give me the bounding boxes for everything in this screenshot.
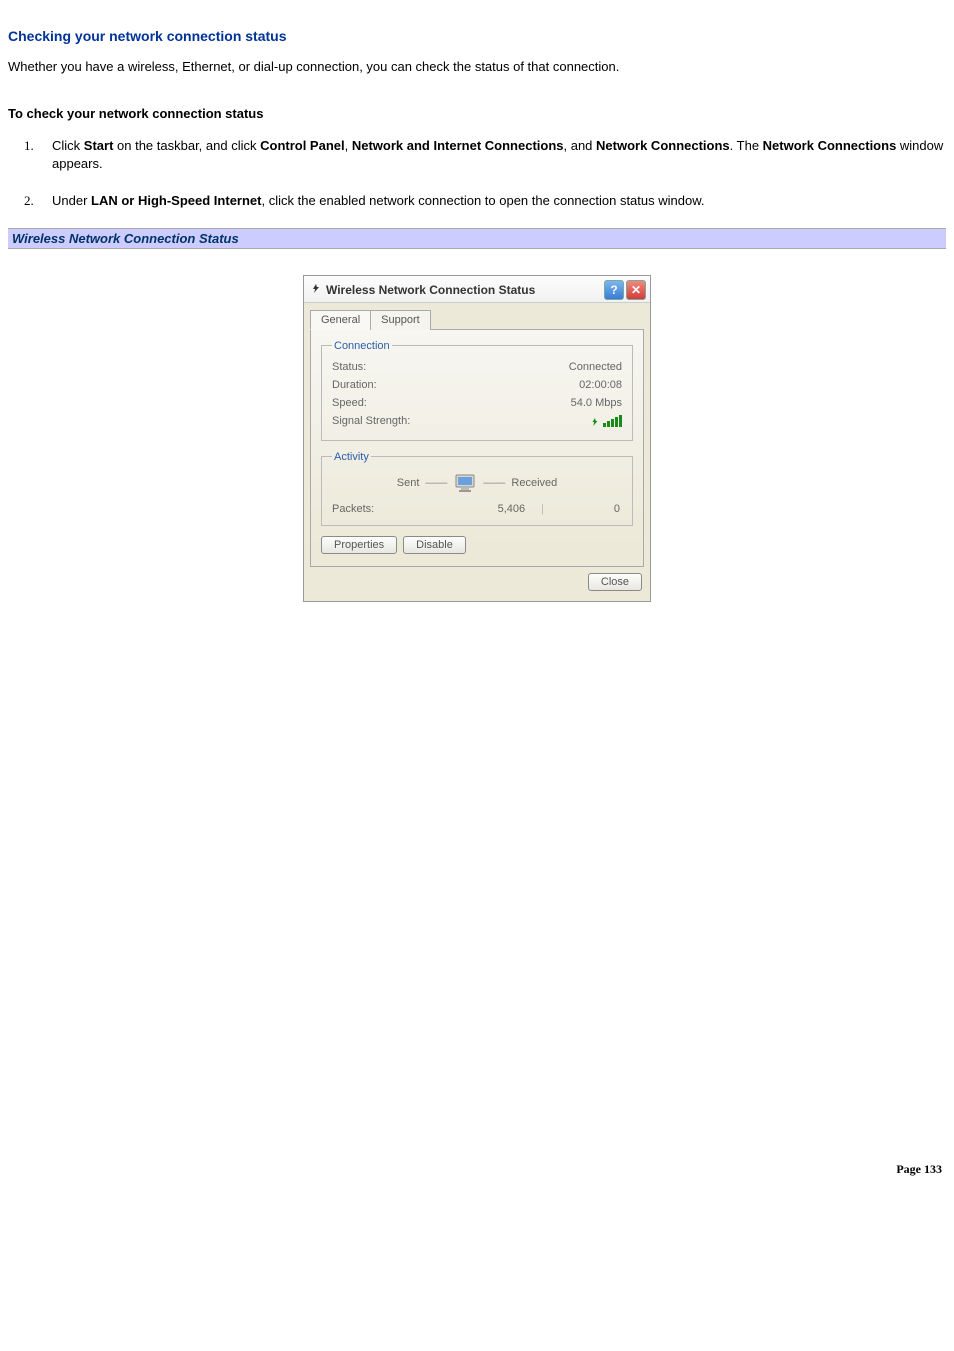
- step-text: Click Start on the taskbar, and click Co…: [52, 138, 943, 171]
- tabs-container: General Support: [304, 303, 650, 330]
- speed-value: 54.0 Mbps: [571, 397, 622, 409]
- step-1: 1. Click Start on the taskbar, and click…: [8, 137, 946, 173]
- disable-button[interactable]: Disable: [403, 536, 466, 554]
- status-value: Connected: [569, 361, 622, 373]
- activity-group: Activity Sent —— —— Received: [321, 451, 633, 526]
- page-heading: Checking your network connection status: [8, 28, 946, 44]
- step-2: 2. Under LAN or High-Speed Internet, cli…: [8, 192, 946, 210]
- tab-general[interactable]: General: [310, 310, 371, 330]
- steps-list: 1. Click Start on the taskbar, and click…: [8, 137, 946, 210]
- dialog-titlebar: Wireless Network Connection Status ? ✕: [304, 276, 650, 303]
- received-label: Received: [511, 477, 557, 489]
- duration-value: 02:00:08: [579, 379, 622, 391]
- computer-icon: [453, 473, 477, 493]
- steps-heading: To check your network connection status: [8, 106, 946, 121]
- signal-label: Signal Strength:: [332, 415, 410, 427]
- activity-legend: Activity: [332, 451, 371, 463]
- signal-strength-icon: [590, 415, 622, 427]
- screenshot-caption: Wireless Network Connection Status: [8, 228, 946, 249]
- step-number: 1.: [24, 137, 34, 155]
- duration-label: Duration:: [332, 379, 377, 391]
- packets-sent-value: 5,406: [455, 503, 535, 515]
- dialog-container: Wireless Network Connection Status ? ✕ G…: [8, 275, 946, 602]
- close-icon[interactable]: ✕: [626, 280, 646, 300]
- properties-button[interactable]: Properties: [321, 536, 397, 554]
- intro-text: Whether you have a wireless, Ethernet, o…: [8, 58, 946, 76]
- status-label: Status:: [332, 361, 366, 373]
- dialog-title: Wireless Network Connection Status: [326, 283, 602, 297]
- tab-panel-general: Connection Status: Connected Duration: 0…: [310, 330, 644, 567]
- packets-label: Packets:: [332, 503, 455, 515]
- page-footer: Page 133: [8, 1162, 946, 1177]
- connection-legend: Connection: [332, 340, 392, 352]
- tab-support[interactable]: Support: [370, 310, 431, 330]
- sent-label: Sent: [397, 477, 420, 489]
- speed-label: Speed:: [332, 397, 367, 409]
- wifi-icon: [310, 282, 322, 297]
- connection-group: Connection Status: Connected Duration: 0…: [321, 340, 633, 441]
- packets-received-value: 0: [550, 503, 622, 515]
- help-button[interactable]: ?: [604, 280, 624, 300]
- close-button[interactable]: Close: [588, 573, 642, 591]
- step-text: Under LAN or High-Speed Internet, click …: [52, 193, 705, 208]
- step-number: 2.: [24, 192, 34, 210]
- connection-status-dialog: Wireless Network Connection Status ? ✕ G…: [303, 275, 651, 602]
